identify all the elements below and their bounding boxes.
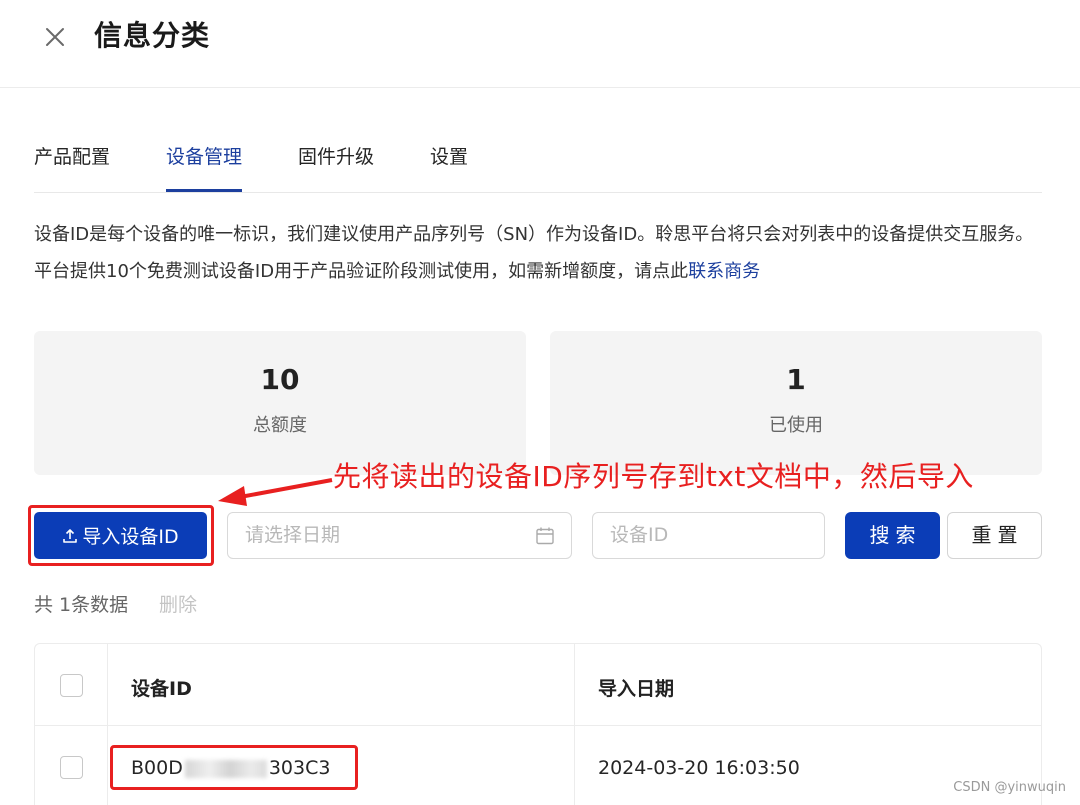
column-header-device-id: 设备ID (131, 678, 192, 700)
tab-firmware-upgrade[interactable]: 固件升级 (298, 142, 374, 192)
column-header-import-date: 导入日期 (598, 678, 675, 700)
upload-icon (63, 528, 78, 543)
table-row: B00D 303C3 2024-03-20 16:03:50 (35, 726, 1041, 805)
annotation-arrow (218, 478, 333, 506)
import-date-cell: 2024-03-20 16:03:50 (598, 757, 800, 779)
tab-settings[interactable]: 设置 (430, 142, 468, 192)
tab-device-management[interactable]: 设备管理 (166, 142, 243, 192)
row-checkbox[interactable] (60, 756, 83, 779)
delete-button[interactable]: 删除 (159, 590, 197, 617)
stat-value: 1 (786, 363, 806, 396)
device-id-placeholder: 设备ID (610, 524, 669, 546)
table-header-row: 设备ID 导入日期 (35, 644, 1041, 726)
redacted-blur (184, 759, 267, 778)
import-label: 导入设备ID (82, 526, 179, 548)
search-button[interactable]: 搜索 (845, 512, 940, 559)
import-device-id-button[interactable]: 导入设备ID (34, 512, 207, 559)
date-placeholder: 请选择日期 (245, 524, 341, 546)
reset-button[interactable]: 重置 (947, 512, 1042, 559)
device-table: 设备ID 导入日期 B00D 303C3 2024-03-20 16:03:50 (34, 643, 1042, 805)
close-icon[interactable] (40, 22, 70, 52)
stat-label: 已使用 (769, 415, 823, 436)
page-header: 信息分类 (0, 0, 1080, 88)
stat-value: 10 (260, 363, 300, 396)
stat-card-total-quota: 10 总额度 (34, 331, 526, 475)
select-all-checkbox[interactable] (60, 674, 83, 697)
device-id-prefix: B00D (131, 757, 183, 779)
description-body: 设备ID是每个设备的唯一标识，我们建议使用产品序列号（SN）作为设备ID。聆思平… (34, 224, 1034, 282)
tab-bar: 产品配置 设备管理 固件升级 设置 (34, 128, 1042, 193)
device-id-suffix: 303C3 (268, 757, 331, 779)
contact-business-link[interactable]: 联系商务 (688, 261, 760, 282)
stat-label: 总额度 (253, 415, 307, 436)
calendar-icon (536, 527, 554, 545)
tab-product-config[interactable]: 产品配置 (34, 142, 110, 192)
device-id-search-input[interactable]: 设备ID (592, 512, 825, 559)
record-count: 共 1条数据 (34, 594, 129, 616)
stat-card-used: 1 已使用 (550, 331, 1042, 475)
device-id-cell: B00D 303C3 (131, 757, 330, 779)
annotation-text: 先将读出的设备ID序列号存到txt文档中，然后导入 (333, 460, 974, 493)
watermark: CSDN @yinwuqin (953, 780, 1066, 795)
page-title: 信息分类 (94, 19, 211, 52)
description-text: 设备ID是每个设备的唯一标识，我们建议使用产品序列号（SN）作为设备ID。聆思平… (34, 216, 1044, 290)
date-picker-input[interactable]: 请选择日期 (227, 512, 572, 559)
